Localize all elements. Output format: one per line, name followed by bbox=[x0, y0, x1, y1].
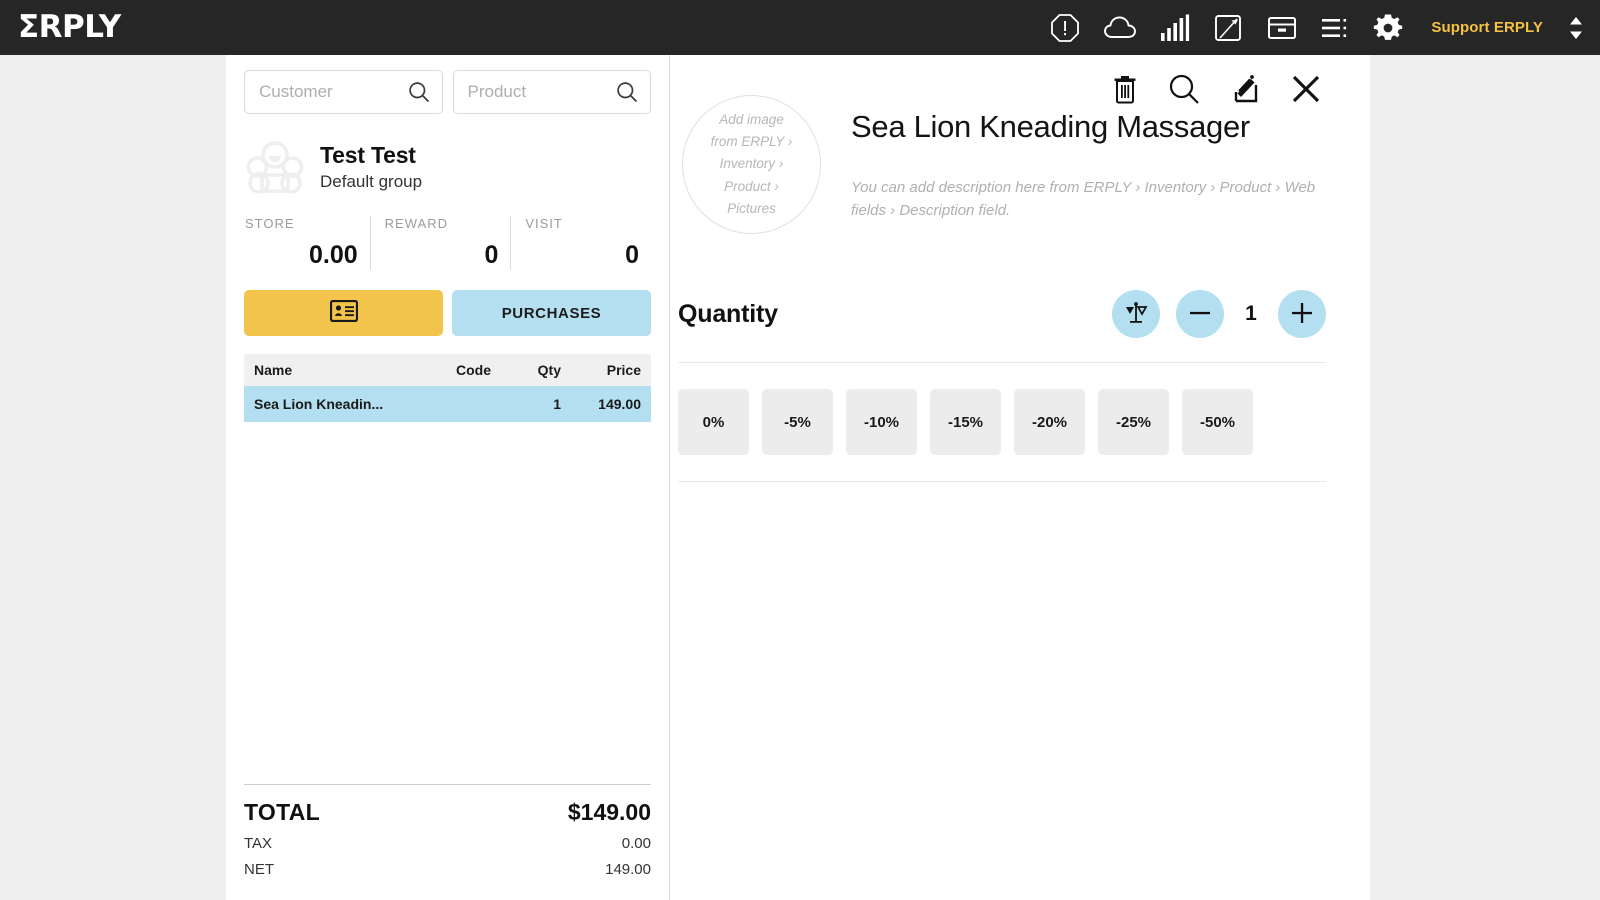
cart-table: Name Code Qty Price Sea Lion Kneadin... … bbox=[244, 354, 651, 422]
close-icon[interactable] bbox=[1290, 73, 1322, 105]
cloud-icon[interactable] bbox=[1103, 14, 1137, 42]
customer-search-input[interactable]: Customer bbox=[244, 70, 443, 114]
stat-store: STORE 0.00 bbox=[244, 216, 370, 270]
app-header: ΣRPLY bbox=[0, 0, 1600, 55]
stat-label: REWARD bbox=[385, 216, 503, 231]
image-placeholder-line: Inventory › bbox=[720, 153, 784, 175]
image-placeholder-line: Add image bbox=[719, 109, 784, 131]
product-panel: Add image from ERPLY › Inventory › Produ… bbox=[670, 55, 1370, 900]
erply-logo[interactable]: ΣRPLY bbox=[18, 12, 121, 43]
stat-label: VISIT bbox=[525, 216, 643, 231]
support-erply-link[interactable]: Support ERPLY bbox=[1431, 19, 1543, 36]
search-icon[interactable] bbox=[1168, 73, 1200, 105]
cell-price: 149.00 bbox=[561, 396, 641, 412]
product-search-input[interactable]: Product bbox=[453, 70, 652, 114]
total-label: TOTAL bbox=[244, 799, 320, 826]
cell-name: Sea Lion Kneadin... bbox=[254, 396, 411, 412]
net-row: NET 149.00 bbox=[244, 861, 651, 900]
discount-button[interactable]: -15% bbox=[930, 389, 1001, 455]
cart-table-header: Name Code Qty Price bbox=[244, 354, 651, 386]
product-search-placeholder: Product bbox=[468, 82, 617, 102]
image-placeholder-line: Product › bbox=[724, 176, 779, 198]
quantity-stepper: 1 bbox=[1112, 290, 1326, 338]
alert-icon[interactable] bbox=[1050, 13, 1080, 43]
stat-value: 0 bbox=[525, 241, 643, 270]
pos-page: Customer Product bbox=[226, 55, 1370, 900]
stat-visit: VISIT 0 bbox=[510, 216, 651, 270]
net-value: 149.00 bbox=[605, 861, 651, 878]
search-icon[interactable] bbox=[408, 81, 430, 103]
tax-row: TAX 0.00 bbox=[244, 835, 651, 852]
image-placeholder-line: Pictures bbox=[727, 198, 776, 220]
cell-qty: 1 bbox=[491, 396, 561, 412]
signal-icon[interactable] bbox=[1160, 14, 1190, 42]
total-row: TOTAL $149.00 bbox=[244, 799, 651, 826]
purchases-button[interactable]: PURCHASES bbox=[452, 290, 651, 336]
quantity-value: 1 bbox=[1240, 302, 1262, 326]
user-selector-arrows[interactable] bbox=[1568, 16, 1584, 40]
minus-icon bbox=[1188, 301, 1212, 328]
table-row[interactable]: Sea Lion Kneadin... 1 149.00 bbox=[244, 386, 651, 422]
gear-icon[interactable] bbox=[1372, 12, 1404, 44]
discount-buttons: 0% -5% -10% -15% -20% -25% -50% bbox=[678, 389, 1326, 482]
trash-icon[interactable] bbox=[1112, 74, 1138, 104]
quantity-decrement-button[interactable] bbox=[1176, 290, 1224, 338]
header-icon-group: Support ERPLY bbox=[1050, 12, 1600, 44]
scale-button[interactable] bbox=[1112, 290, 1160, 338]
column-header-qty: Qty bbox=[491, 362, 561, 378]
plus-icon bbox=[1290, 301, 1314, 328]
signature-pad-icon[interactable] bbox=[1213, 13, 1243, 43]
avatar bbox=[244, 139, 306, 194]
list-icon[interactable] bbox=[1321, 16, 1349, 40]
stat-reward: REWARD 0 bbox=[370, 216, 511, 270]
column-header-code: Code bbox=[411, 362, 491, 378]
page-title: Sea Lion Kneading Massager bbox=[851, 109, 1321, 145]
discount-button[interactable]: -25% bbox=[1098, 389, 1169, 455]
quantity-increment-button[interactable] bbox=[1278, 290, 1326, 338]
column-header-name: Name bbox=[254, 362, 411, 378]
discount-button[interactable]: -20% bbox=[1014, 389, 1085, 455]
net-label: NET bbox=[244, 861, 274, 878]
customer-stats: STORE 0.00 REWARD 0 VISIT 0 bbox=[244, 216, 651, 270]
search-row: Customer Product bbox=[226, 55, 669, 114]
stat-value: 0 bbox=[385, 241, 503, 270]
quantity-label: Quantity bbox=[678, 300, 778, 329]
customer-group: Default group bbox=[320, 172, 422, 192]
edit-icon[interactable] bbox=[1230, 73, 1260, 105]
customer-text-block: Test Test Default group bbox=[320, 142, 422, 192]
search-icon[interactable] bbox=[616, 81, 638, 103]
quantity-section: Quantity bbox=[678, 290, 1326, 363]
cash-drawer-icon[interactable] bbox=[1266, 14, 1298, 42]
customer-card-button[interactable] bbox=[244, 290, 443, 336]
product-meta: Sea Lion Kneading Massager You can add d… bbox=[851, 95, 1361, 234]
product-toolbar bbox=[1112, 73, 1322, 105]
product-description: You can add description here from ERPLY … bbox=[851, 177, 1321, 222]
tax-label: TAX bbox=[244, 835, 272, 852]
discount-button[interactable]: 0% bbox=[678, 389, 749, 455]
scale-icon bbox=[1123, 300, 1149, 329]
image-placeholder-line: from ERPLY › bbox=[711, 131, 793, 153]
customer-name: Test Test bbox=[320, 142, 422, 169]
customer-action-buttons: PURCHASES bbox=[244, 290, 651, 336]
id-card-icon bbox=[330, 300, 358, 326]
tax-value: 0.00 bbox=[622, 835, 651, 852]
total-value: $149.00 bbox=[568, 799, 651, 826]
cart-panel: Customer Product bbox=[226, 55, 670, 900]
discount-button[interactable]: -10% bbox=[846, 389, 917, 455]
column-header-price: Price bbox=[561, 362, 641, 378]
stat-label: STORE bbox=[244, 216, 362, 231]
discount-button[interactable]: -50% bbox=[1182, 389, 1253, 455]
totals-block: TOTAL $149.00 TAX 0.00 NET 149.00 bbox=[244, 784, 651, 900]
product-image-placeholder[interactable]: Add image from ERPLY › Inventory › Produ… bbox=[682, 95, 821, 234]
discount-button[interactable]: -5% bbox=[762, 389, 833, 455]
customer-search-placeholder: Customer bbox=[259, 82, 408, 102]
stat-value: 0.00 bbox=[244, 241, 362, 270]
customer-summary[interactable]: Test Test Default group bbox=[226, 114, 669, 194]
